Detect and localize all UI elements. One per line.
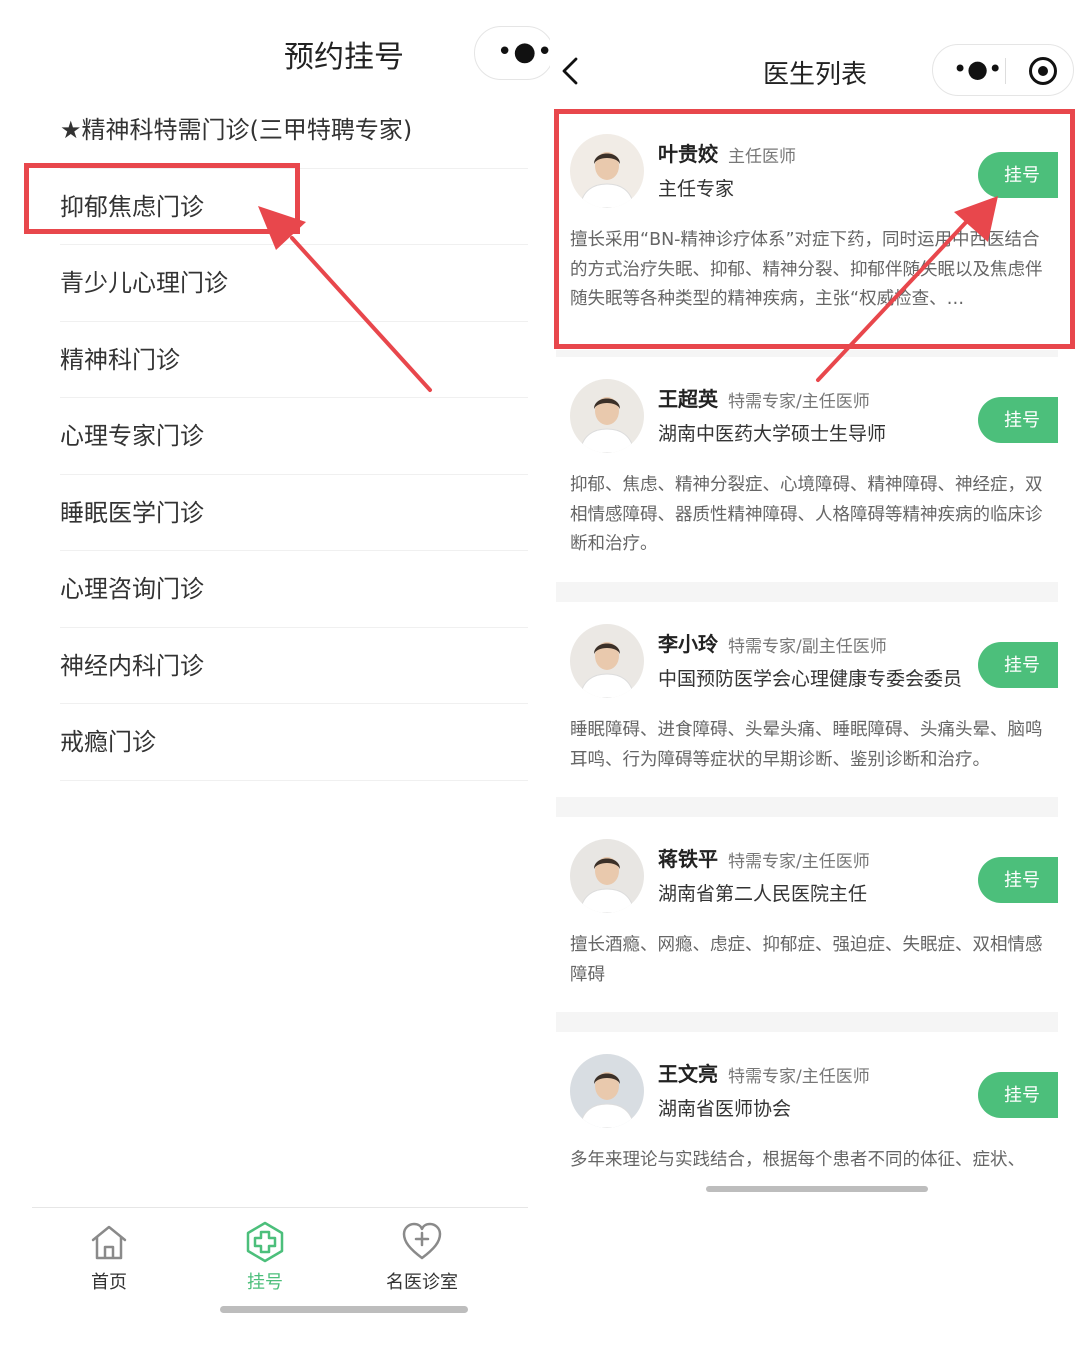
- capsule-divider: [1005, 58, 1006, 84]
- doctor-portrait-icon: [579, 397, 635, 453]
- clinic-item[interactable]: 青少儿心理门诊: [60, 245, 528, 322]
- doctor-avatar: [570, 839, 644, 913]
- doctor-position: 湖南省医师协会: [658, 1098, 792, 1120]
- doctor-description: 睡眠障碍、进食障碍、头晕头痛、睡眠障碍、头痛头晕、脑鸣耳鸣、行为障碍等症状的早期…: [570, 720, 1043, 770]
- register-button[interactable]: 挂号: [978, 397, 1058, 443]
- doctor-position: 湖南中医药大学硕士生导师: [658, 423, 887, 445]
- doctor-portrait-icon: [579, 1072, 635, 1128]
- doctor-card[interactable]: 蒋铁平 特需专家/主任医师湖南省第二人民医院主任 挂号擅长酒瘾、网瘾、虑症、抑郁症、…: [556, 817, 1058, 1012]
- doctor-avatar: [570, 1054, 644, 1128]
- doctor-title: 特需专家/主任医师: [728, 1067, 870, 1087]
- highlight-box-doctor: [554, 109, 1075, 349]
- doctor-name: 蒋铁平: [658, 847, 718, 871]
- scroll-indicator: [706, 1186, 928, 1192]
- doctor-description: 抑郁、焦虑、精神分裂症、心境障碍、精神障碍、神经症，双相情感障碍、器质性精神障碍…: [570, 475, 1043, 554]
- more-options-icon[interactable]: •●•: [497, 39, 553, 65]
- clinic-item[interactable]: 精神科门诊: [60, 322, 528, 398]
- doctor-name: 李小玲: [658, 632, 718, 656]
- register-button[interactable]: 挂号: [978, 857, 1058, 903]
- doctor-position: 湖南省第二人民医院主任: [658, 883, 868, 905]
- doctor-name: 王超英: [658, 387, 718, 411]
- register-button[interactable]: 挂号: [978, 1072, 1058, 1118]
- register-button[interactable]: 挂号: [978, 642, 1058, 688]
- back-arrow-icon[interactable]: [558, 56, 582, 86]
- clinic-item[interactable]: 心理咨询门诊: [60, 551, 528, 628]
- tab-famous-label: 名医诊室: [386, 1272, 458, 1293]
- close-target-icon[interactable]: [1029, 57, 1057, 85]
- mini-program-capsule: •●•: [932, 44, 1074, 96]
- doctor-portrait-icon: [579, 857, 635, 913]
- doctor-card[interactable]: 王超英 特需专家/主任医师湖南中医药大学硕士生导师 挂号抑郁、焦虑、精神分裂症、心境…: [556, 357, 1058, 582]
- clinic-item[interactable]: ★精神科特需门诊(三甲特聘专家): [60, 92, 528, 169]
- clinic-item[interactable]: 心理专家门诊: [60, 398, 528, 475]
- tab-home-label: 首页: [91, 1272, 127, 1293]
- doctor-title: 特需专家/主任医师: [728, 392, 870, 412]
- more-options-icon[interactable]: •●•: [953, 57, 1002, 81]
- doctor-avatar: [570, 379, 644, 453]
- doctor-name: 王文亮: [658, 1062, 718, 1086]
- doctor-card[interactable]: 王文亮 特需专家/主任医师湖南省医师协会 挂号多年来理论与实践结合，根据每个患者不同…: [556, 1032, 1058, 1202]
- clinic-item[interactable]: 神经内科门诊: [60, 628, 528, 704]
- tab-register-label: 挂号: [247, 1272, 283, 1293]
- doctor-card[interactable]: 李小玲 特需专家/副主任医师中国预防医学会心理健康专委会委员 挂号睡眠障碍、进食障碍…: [556, 602, 1058, 797]
- clinic-item[interactable]: 睡眠医学门诊: [60, 475, 528, 551]
- bottom-tabbar: 首页 挂号 名医诊室: [32, 1207, 528, 1297]
- plus-circle-icon: [246, 1221, 284, 1263]
- page-title: 医生列表: [762, 60, 867, 90]
- clinic-item[interactable]: 戒瘾门诊: [60, 704, 528, 781]
- tab-register[interactable]: 挂号: [205, 1220, 325, 1294]
- tab-home[interactable]: 首页: [49, 1220, 169, 1294]
- mini-program-capsule[interactable]: •●•: [474, 26, 554, 80]
- home-icon: [91, 1225, 127, 1260]
- doctor-portrait-icon: [579, 642, 635, 698]
- highlight-box-clinic: [24, 163, 300, 234]
- doctor-avatar: [570, 624, 644, 698]
- doctor-position: 中国预防医学会心理健康专委会委员: [658, 668, 963, 690]
- heart-plus-icon: [402, 1222, 442, 1260]
- doctor-title: 特需专家/主任医师: [728, 852, 870, 872]
- home-indicator: [220, 1306, 468, 1313]
- doctor-title: 特需专家/副主任医师: [728, 637, 887, 657]
- tab-famous-doctors[interactable]: 名医诊室: [362, 1220, 482, 1294]
- doctor-description: 多年来理论与实践结合，根据每个患者不同的体征、症状、: [570, 1150, 1025, 1170]
- doctor-description: 擅长酒瘾、网瘾、虑症、抑郁症、强迫症、失眠症、双相情感障碍: [570, 935, 1043, 985]
